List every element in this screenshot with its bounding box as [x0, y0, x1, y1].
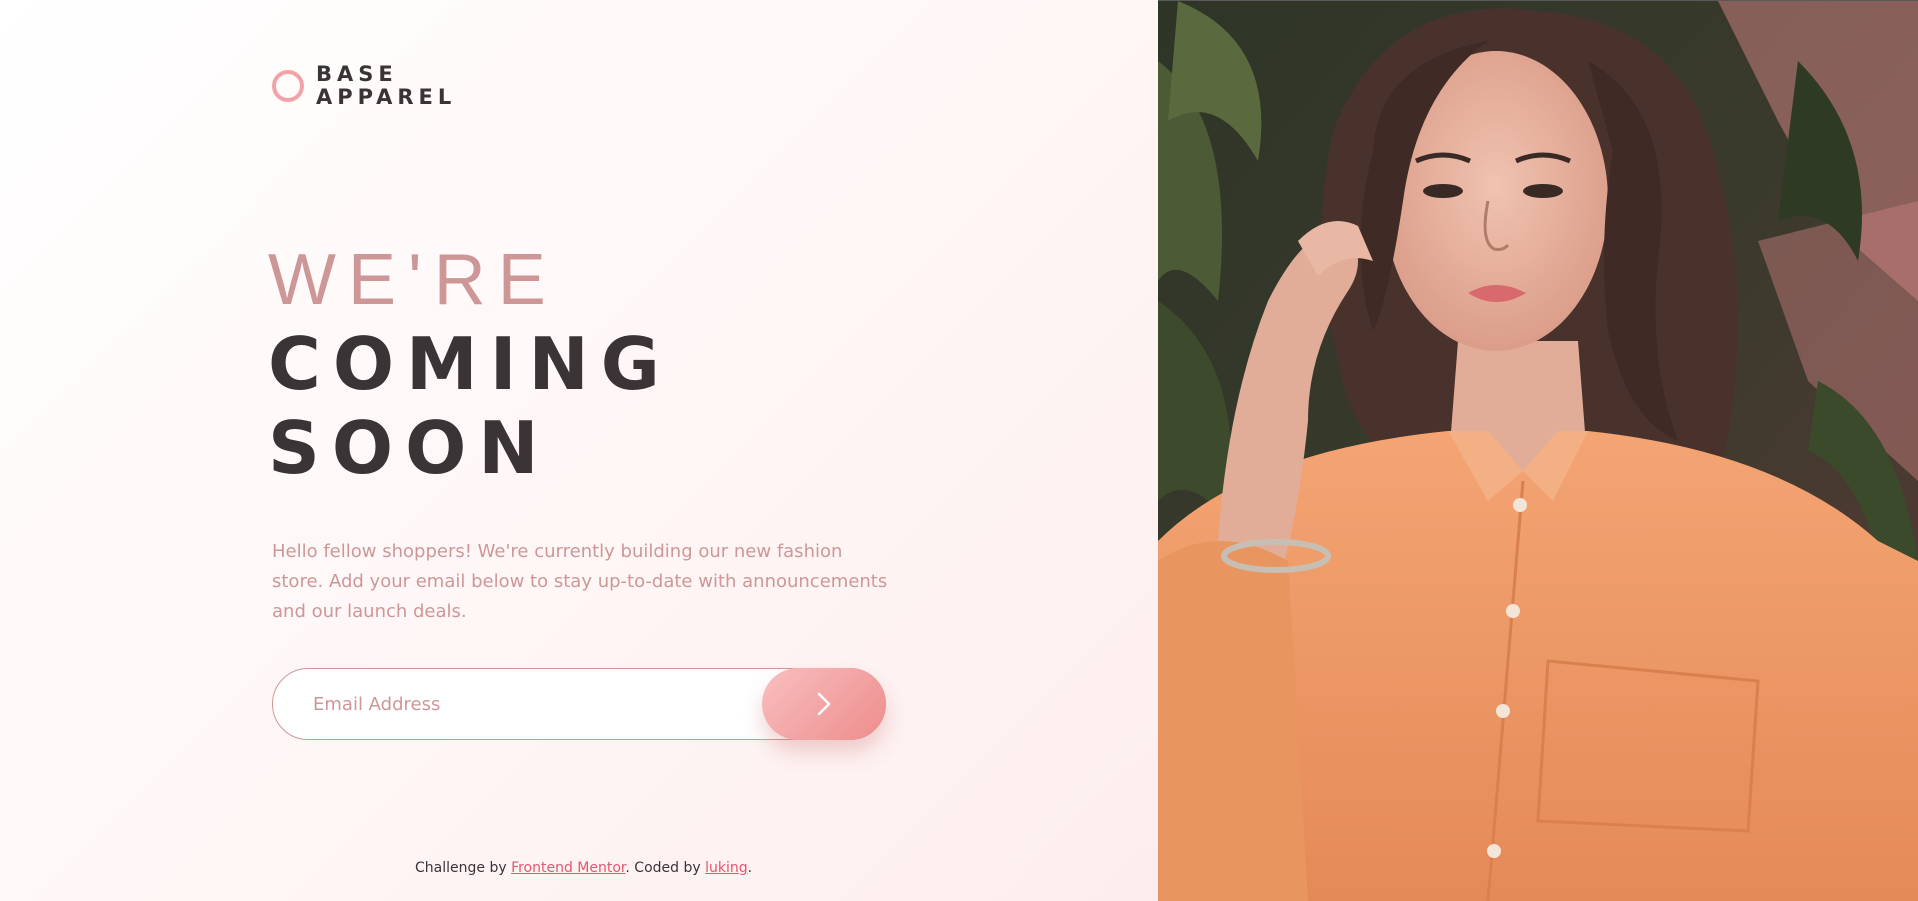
title-line-1: WE'RE: [268, 240, 558, 320]
logo-circle-icon: [272, 70, 304, 102]
attribution-prefix: Challenge by: [415, 860, 512, 876]
logo-wordmark: BASE APPAREL: [316, 63, 456, 109]
page-title: WE'RE COMING SOON: [268, 238, 672, 490]
author-link[interactable]: luking: [705, 860, 748, 876]
title-line-2: COMING: [268, 322, 672, 406]
attribution-middle: . Coded by: [625, 860, 706, 876]
intro-text: Hello fellow shoppers! We're currently b…: [272, 541, 888, 622]
title-line-3: SOON: [268, 406, 551, 490]
woman-photo: [1158, 1, 1918, 901]
logo-line-1: BASE: [316, 62, 398, 86]
frontend-mentor-link[interactable]: Frontend Mentor: [511, 860, 625, 876]
arrow-right-icon: [817, 692, 831, 716]
attribution: Challenge by Frontend Mentor. Coded by l…: [415, 860, 752, 876]
attribution-suffix: .: [747, 860, 753, 876]
submit-button[interactable]: [762, 668, 886, 740]
brand-logo[interactable]: BASE APPAREL: [272, 63, 456, 109]
logo-line-2: APPAREL: [316, 85, 457, 109]
hero-image: [1158, 1, 1918, 901]
email-signup-form: [272, 668, 886, 740]
content-panel: BASE APPAREL WE'RE COMING SOON Hello fel…: [0, 0, 1158, 901]
